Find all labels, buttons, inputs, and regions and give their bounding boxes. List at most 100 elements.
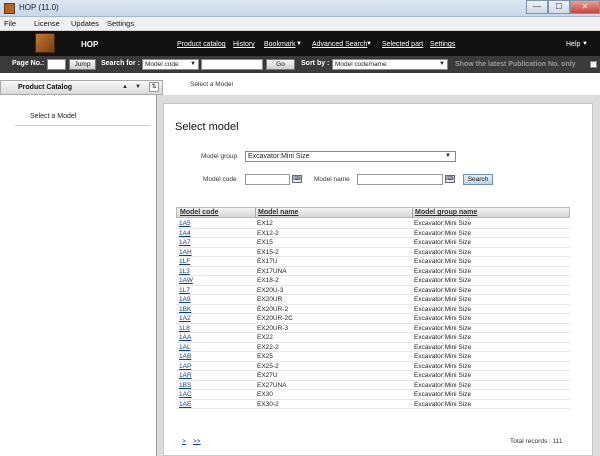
model-code-link[interactable]: 1AE [179, 401, 191, 408]
model-code-link[interactable]: 1L3 [179, 268, 190, 275]
table-row[interactable]: 1AR EX27U Excavator:Mini Size [176, 371, 570, 381]
chevron-down-icon[interactable]: ▼ [296, 41, 302, 47]
keyboard-icon[interactable]: ⌨ [445, 175, 455, 183]
model-code-link[interactable]: 1AR [179, 372, 192, 379]
model-code-link[interactable]: 1AP [179, 363, 191, 370]
nav-selected-part[interactable]: Selected part [382, 41, 423, 48]
model-code-input[interactable] [245, 174, 290, 185]
nav-bookmark[interactable]: Bookmark [264, 41, 296, 48]
last-page-link[interactable]: >> [193, 438, 201, 445]
column-divider[interactable] [412, 208, 413, 218]
go-button[interactable]: Go [266, 59, 295, 70]
nav-history[interactable]: History [233, 41, 255, 48]
search-for-label: Search for : [101, 60, 140, 67]
table-row[interactable]: 1AE EX30-2 Excavator:Mini Size [176, 400, 570, 409]
model-code-link[interactable]: 1AC [179, 391, 192, 398]
model-name-cell: EX18-2 [257, 277, 279, 284]
model-name-cell: EX25 [257, 353, 273, 360]
table-row[interactable]: 1L3 EX17UNA Excavator:Mini Size [176, 267, 570, 276]
keyboard-icon[interactable]: ⌨ [292, 175, 302, 183]
nav-product-catalog[interactable]: Product catalog [177, 41, 226, 48]
page-no-input[interactable] [47, 59, 66, 70]
chevron-down-icon[interactable]: ▼ [135, 84, 141, 90]
column-model-group-name[interactable]: Model group name [415, 209, 477, 216]
menu-settings[interactable]: Settings [107, 19, 134, 28]
model-code-link[interactable]: 1AA [179, 334, 191, 341]
model-code-link[interactable]: 1A7 [179, 239, 191, 246]
help-menu[interactable]: Help [566, 41, 580, 48]
model-group-cell: Excavator:Mini Size [414, 220, 472, 227]
model-code-link[interactable]: 1A5 [179, 220, 191, 227]
table-row[interactable]: 1A4 EX12-2 Excavator:Mini Size [176, 229, 570, 238]
table-row[interactable]: 1LF EX17U Excavator:Mini Size [176, 257, 570, 267]
model-code-link[interactable]: 1A9 [179, 296, 191, 303]
table-row[interactable]: 1AP EX25-2 Excavator:Mini Size [176, 362, 570, 371]
model-code-link[interactable]: 1AL [179, 344, 191, 351]
model-code-link[interactable]: 1L8 [179, 325, 190, 332]
search-field-select[interactable]: Model code ▼ [142, 59, 199, 70]
model-code-link[interactable]: 1L7 [179, 287, 190, 294]
model-name-cell: EX30-2 [257, 400, 279, 408]
table-row[interactable]: 1A5 EX12 Excavator:Mini Size [176, 219, 570, 229]
table-row[interactable]: 1AH EX15-2 Excavator:Mini Size [176, 248, 570, 257]
close-button[interactable]: ✕ [570, 0, 600, 14]
table-row[interactable]: 1BK EX20UR-2 Excavator:Mini Size [176, 305, 570, 314]
menu-license[interactable]: License [34, 19, 60, 28]
model-name-cell: EX15-2 [257, 248, 279, 256]
model-group-cell: Excavator:Mini Size [414, 381, 472, 389]
table-row[interactable]: 1AW EX18-2 Excavator:Mini Size [176, 276, 570, 286]
model-code-link[interactable]: 1AW [179, 277, 193, 284]
book-icon [35, 33, 55, 53]
table-row[interactable]: 1L8 EX20UR-3 Excavator:Mini Size [176, 324, 570, 333]
model-group-cell: Excavator:Mini Size [414, 324, 472, 332]
table-row[interactable]: 1A9 EX20UR Excavator:Mini Size [176, 295, 570, 305]
search-input[interactable] [201, 59, 263, 70]
sort-by-select[interactable]: Model code/name ▼ [332, 59, 448, 70]
model-code-link[interactable]: 1A4 [179, 230, 191, 237]
latest-only-checkbox[interactable] [590, 61, 597, 68]
table-row[interactable]: 1AL EX22-2 Excavator:Mini Size [176, 343, 570, 352]
next-page-link[interactable]: > [182, 438, 186, 445]
total-records: Total records : 111 [510, 438, 563, 445]
sort-by-value: Model code/name [335, 61, 387, 68]
minimize-button[interactable]: — [526, 0, 548, 14]
model-group-cell: Excavator:Mini Size [414, 362, 472, 370]
model-name-cell: EX12-2 [257, 229, 279, 237]
column-model-name[interactable]: Model name [258, 209, 298, 216]
table-row[interactable]: 1BS EX27UNA Excavator:Mini Size [176, 381, 570, 390]
model-code-link[interactable]: 1BK [179, 306, 191, 313]
model-group-cell: Excavator:Mini Size [414, 258, 472, 265]
chevron-down-icon[interactable]: ▼ [366, 41, 372, 47]
model-name-input[interactable] [357, 174, 443, 185]
model-name-cell: EX22-2 [257, 343, 279, 351]
chevron-up-icon[interactable]: ▲ [122, 84, 128, 90]
model-code-link[interactable]: 1BS [179, 382, 191, 389]
table-row[interactable]: 1L7 EX20U-3 Excavator:Mini Size [176, 286, 570, 295]
model-code-link[interactable]: 1AB [179, 353, 191, 360]
column-divider[interactable] [255, 208, 256, 218]
chevron-down-icon: ▼ [190, 61, 196, 67]
table-row[interactable]: 1A7 EX15 Excavator:Mini Size [176, 238, 570, 248]
swap-icon[interactable]: ⇅ [149, 82, 159, 92]
menu-updates[interactable]: Updates [71, 19, 99, 28]
table-row[interactable]: 1AC EX30 Excavator:Mini Size [176, 390, 570, 400]
model-group-cell: Excavator:Mini Size [414, 391, 472, 398]
nav-advanced-search[interactable]: Advanced Search [312, 41, 367, 48]
menu-file[interactable]: File [4, 19, 16, 28]
chevron-down-icon[interactable]: ▼ [582, 41, 588, 47]
table-row[interactable]: 1AB EX25 Excavator:Mini Size [176, 352, 570, 362]
model-code-link[interactable]: 1LF [179, 258, 190, 265]
model-code-link[interactable]: 1A2 [179, 315, 191, 322]
tree-item-select-model[interactable]: Select a Model [30, 113, 76, 120]
menu-bar: File License Updates Settings [0, 17, 600, 31]
table-row[interactable]: 1A2 EX20UR-2C Excavator:Mini Size [176, 314, 570, 324]
column-model-code[interactable]: Model code [180, 209, 219, 216]
nav-settings[interactable]: Settings [430, 41, 455, 48]
table-row[interactable]: 1AA EX22 Excavator:Mini Size [176, 333, 570, 343]
maximize-button[interactable]: ☐ [548, 0, 570, 14]
model-group-cell: Excavator:Mini Size [414, 277, 472, 284]
model-group-select[interactable]: Excavator:Mini Size ▼ [245, 151, 456, 162]
search-button[interactable]: Search [463, 174, 493, 185]
jump-button[interactable]: Jump [69, 59, 96, 70]
model-code-link[interactable]: 1AH [179, 249, 192, 256]
